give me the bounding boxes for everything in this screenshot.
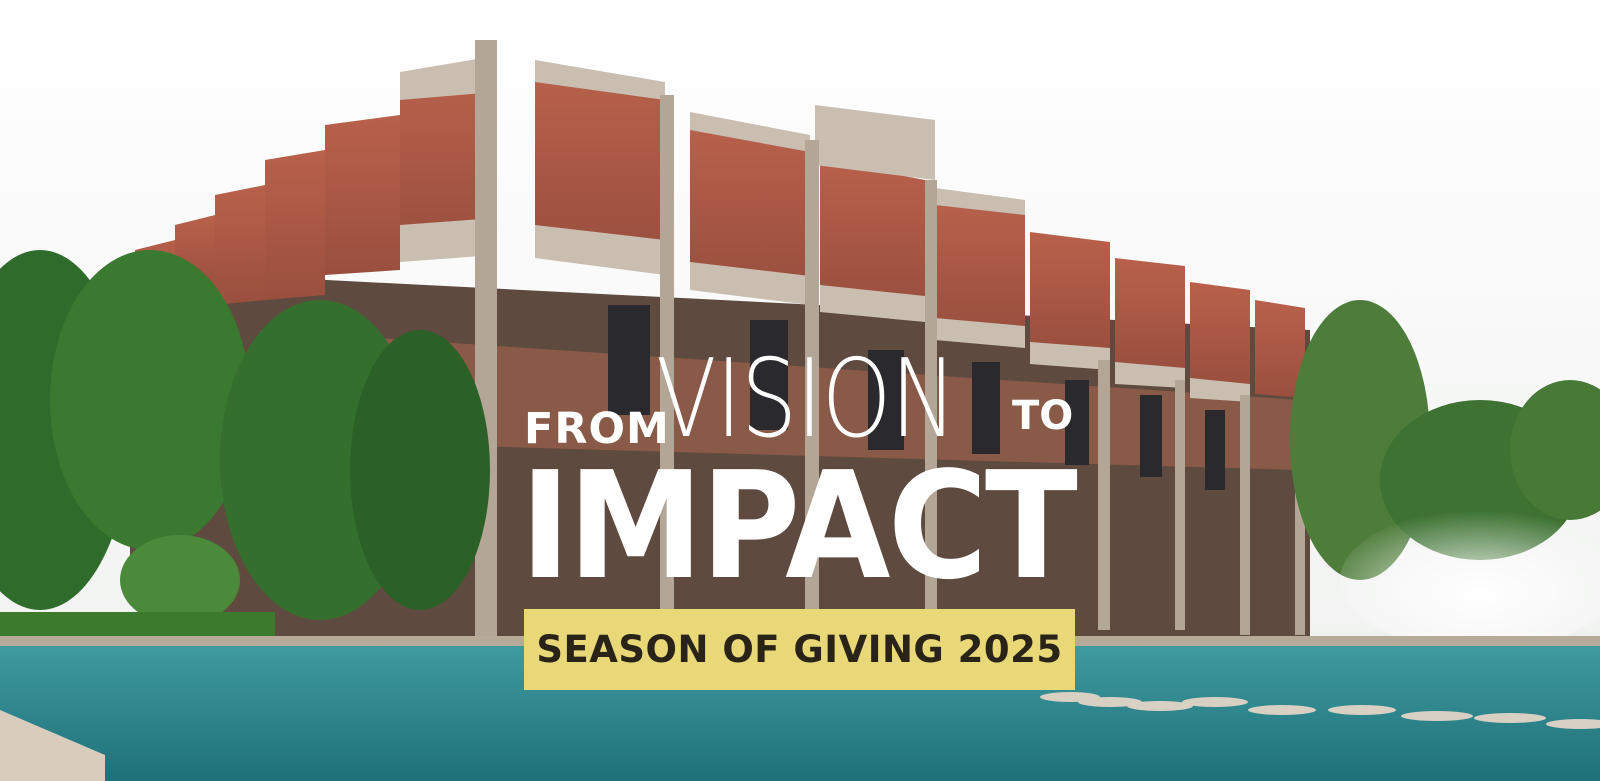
season-banner: SEASON OF GIVING 2025: [524, 609, 1075, 690]
headline: FROM VISION TO IMPACT: [520, 337, 1084, 601]
headline-vision: VISION: [656, 337, 957, 462]
hedge: [0, 612, 275, 640]
season-banner-label: SEASON OF GIVING 2025: [536, 628, 1063, 671]
headline-to: TO: [1012, 393, 1074, 439]
headline-impact: IMPACT: [520, 440, 1078, 612]
